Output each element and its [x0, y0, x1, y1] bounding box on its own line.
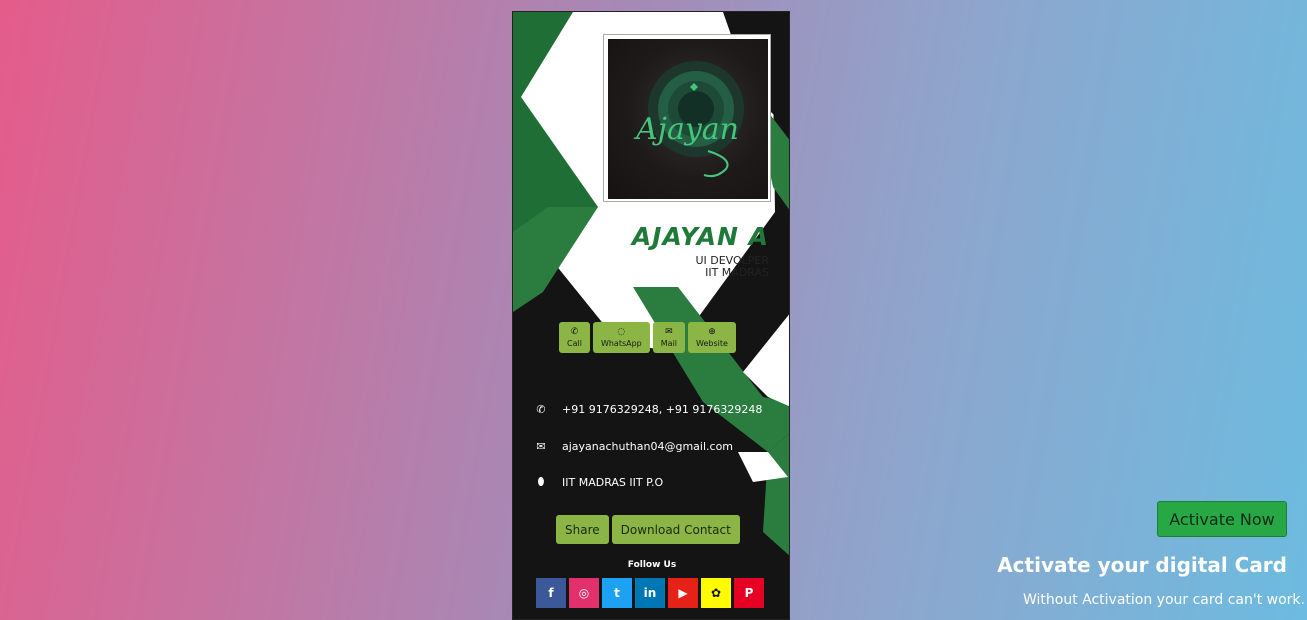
card-role: UI DEVOLPER IIT MADRAS [695, 255, 769, 279]
youtube-icon[interactable]: ▶ [668, 578, 698, 608]
phone-icon: ✆ [570, 326, 579, 337]
mail-icon: ✉ [536, 440, 546, 453]
whatsapp-label: WhatsApp [600, 338, 642, 348]
profile-photo: Ajayan [608, 39, 768, 199]
role-organization: IIT MADRAS [705, 266, 769, 279]
mail-label: Mail [660, 338, 678, 348]
phone-icon: ✆ [536, 403, 546, 416]
instagram-icon[interactable]: ◎ [569, 578, 599, 608]
mail-icon: ✉ [665, 326, 673, 337]
quick-actions: ✆ Call ◌ WhatsApp ✉ Mail ⊕ Website [559, 322, 736, 353]
website-label: Website [696, 338, 728, 348]
snapchat-icon[interactable]: ✿ [701, 578, 731, 608]
call-button[interactable]: ✆ Call [559, 322, 590, 353]
location-pin-icon: ⬮ [537, 475, 545, 488]
pinterest-icon[interactable]: P [734, 578, 764, 608]
phone-text: +91 9176329248, +91 9176329248 [562, 403, 763, 416]
linkedin-icon[interactable]: in [635, 578, 665, 608]
follow-us-label: Follow Us [627, 560, 677, 570]
address-text: IIT MADRAS IIT P.O [562, 475, 664, 489]
phone-row[interactable]: ✆ +91 9176329248, +91 9176329248 [535, 403, 762, 416]
share-button[interactable]: Share [556, 515, 609, 544]
email-text: ajayanachuthan04@gmail.com [562, 440, 734, 453]
activation-subtitle: Without Activation your card can't work. [1022, 592, 1305, 608]
activation-title: Activate your digital Card [997, 553, 1287, 577]
card-actions: Share Download Contact [556, 515, 740, 544]
signature-text: Ajayan [633, 112, 739, 147]
email-row[interactable]: ✉ ajayanachuthan04@gmail.com [535, 440, 733, 453]
activate-now-button[interactable]: Activate Now [1157, 501, 1287, 537]
twitter-icon[interactable]: t [602, 578, 632, 608]
profile-photo-frame: Ajayan [603, 34, 771, 202]
download-contact-button[interactable]: Download Contact [611, 515, 740, 544]
address-row: ⬮ IIT MADRAS IIT P.O [535, 475, 664, 489]
card-name: AJAYAN A [631, 222, 769, 251]
mail-button[interactable]: ✉ Mail [652, 322, 686, 353]
business-card: Ajayan AJAYAN A UI DEVOLPER IIT MADRAS ✆… [512, 11, 790, 620]
signature-logo-icon: Ajayan [633, 61, 744, 178]
website-button[interactable]: ⊕ Website [688, 322, 736, 353]
facebook-icon[interactable]: f [536, 578, 566, 608]
globe-icon: ⊕ [708, 326, 716, 337]
call-label: Call [567, 338, 582, 348]
whatsapp-icon: ◌ [617, 326, 626, 337]
whatsapp-button[interactable]: ◌ WhatsApp [592, 322, 650, 353]
social-links: f ◎ t in ▶ ✿ P [536, 578, 764, 608]
